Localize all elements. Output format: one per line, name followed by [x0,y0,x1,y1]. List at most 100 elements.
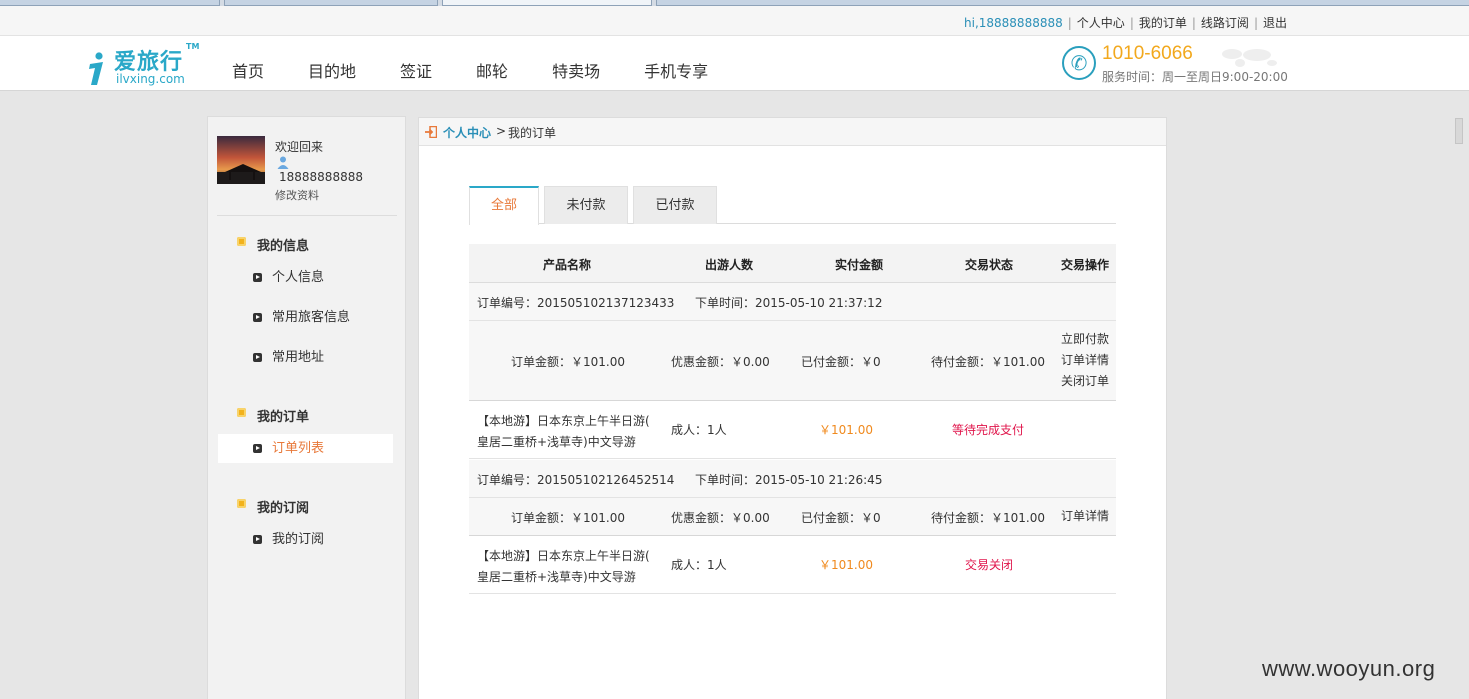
sidebar-item-addresses[interactable]: 常用地址 [218,343,393,372]
traveler-count: 成人：1人 [671,558,727,572]
account-links: hi,18888888888 | 个人中心 | 我的订单 | 线路订阅 | 退出 [964,16,1287,30]
nav-home[interactable]: 首页 [232,58,264,82]
breadcrumb-current: 我的订单 [508,126,557,140]
world-map-icon [1222,49,1277,67]
order-number: 订单编号：201505102126452514 [477,473,675,487]
order-product-row: 【本地游】日本东京上午半日游( 皇居二重桥+浅草寺)中文导游 成人：1人 ￥10… [469,536,1116,594]
user-profile-card: 欢迎回来 18888888888 修改资料 [217,136,397,216]
tab-all[interactable]: 全部 [469,186,539,225]
breadcrumb: 个人中心 > 我的订单 [419,118,1166,146]
link-route-subscription[interactable]: 线路订阅 [1201,16,1249,30]
main-nav: 首页 目的地 签证 邮轮 特卖场 手机专享 [232,58,752,82]
order-status: 等待完成支付 [952,423,1025,437]
sidebar-item-label: 我的订阅 [272,532,325,547]
arrow-right-icon [253,444,262,453]
top-links-bar: hi,18888888888 | 个人中心 | 我的订单 | 线路订阅 | 退出 [0,6,1469,36]
nav-visa[interactable]: 签证 [400,58,432,82]
sidebar-item-personal-info[interactable]: 个人信息 [218,263,393,292]
watermark: www.wooyun.org [1262,656,1436,681]
link-logout[interactable]: 退出 [1263,16,1287,30]
col-paid: 实付金额 [835,258,884,272]
sidebar-item-label: 个人信息 [272,270,325,285]
order-detail-link[interactable]: 订单详情 [1061,506,1109,527]
arrow-right-icon [253,273,262,282]
breadcrumb-user-center[interactable]: 个人中心 [443,124,491,141]
order-product-row: 【本地游】日本东京上午半日游( 皇居二重桥+浅草寺)中文导游 成人：1人 ￥10… [469,401,1116,459]
order-status: 交易关闭 [965,558,1014,572]
arrow-right-icon [253,313,262,322]
welcome-text: 欢迎回来 [275,140,324,154]
paid-amount: 已付金额：￥0 [801,355,881,369]
col-product: 产品名称 [543,258,592,272]
pay-now-link[interactable]: 立即付款 [1061,329,1109,350]
due-amount: 待付金额：￥101.00 [931,355,1045,369]
order-actions: 立即付款 订单详情 关闭订单 [1061,329,1109,392]
col-people: 出游人数 [705,258,754,272]
menu-group-my-info: 我的信息 [237,235,309,254]
sidebar-item-subscriptions[interactable]: 我的订阅 [218,525,393,554]
hotline: ✆ 1010-6066 服务时间：周一至周日9:00-20:00 [1062,43,1292,84]
order-summary-row: 订单金额：￥101.00 优惠金额：￥0.00 已付金额：￥0 待付金额：￥10… [469,498,1116,536]
paid-price: ￥101.00 [819,558,873,572]
order-actions: 订单详情 [1061,506,1109,527]
bullet-icon [237,408,246,417]
nav-sale[interactable]: 特卖场 [552,58,600,82]
order-tabs: 全部 未付款 已付款 [469,186,1116,225]
sidebar: 欢迎回来 18888888888 修改资料 我的信息 个人信息 常用旅客信息 常… [207,116,406,699]
hotline-number: 1010-6066 [1102,43,1193,64]
logo-text-en: ilvxing.com [116,72,185,86]
close-order-link[interactable]: 关闭订单 [1061,371,1109,392]
nav-cruise[interactable]: 邮轮 [476,58,508,82]
logo-trademark: TM [186,42,200,51]
col-status: 交易状态 [965,258,1014,272]
arrow-right-icon [253,353,262,362]
menu-group-title: 我的订单 [257,410,310,425]
bullet-icon [237,237,246,246]
product-name[interactable]: 【本地游】日本东京上午半日游( 皇居二重桥+浅草寺)中文导游 [477,546,650,588]
order-info-row: 订单编号：201505102137123433 下单时间：2015-05-10 … [469,283,1116,321]
paid-amount: 已付金额：￥0 [801,511,881,525]
avatar[interactable] [217,136,265,184]
discount-amount: 优惠金额：￥0.00 [671,355,770,369]
product-name[interactable]: 【本地游】日本东京上午半日游( 皇居二重桥+浅草寺)中文导游 [477,411,650,453]
order-detail-link[interactable]: 订单详情 [1061,350,1109,371]
order-time: 下单时间：2015-05-10 21:37:12 [695,296,883,310]
edit-profile-link[interactable]: 修改资料 [275,187,319,203]
site-logo[interactable]: 爱旅行 TM ilvxing.com [86,42,206,88]
traveler-count: 成人：1人 [671,423,727,437]
username-greeting: hi,18888888888 [964,16,1063,30]
sidebar-item-order-list[interactable]: 订单列表 [218,434,393,463]
arrow-right-icon [253,535,262,544]
nav-destinations[interactable]: 目的地 [308,58,356,82]
phone-icon: ✆ [1062,46,1096,80]
due-amount: 待付金额：￥101.00 [931,511,1045,525]
user-icon [277,156,289,169]
sidebar-item-traveler-info[interactable]: 常用旅客信息 [218,303,393,332]
order-summary-row: 订单金额：￥101.00 优惠金额：￥0.00 已付金额：￥0 待付金额：￥10… [469,321,1116,401]
order-amount: 订单金额：￥101.00 [511,511,625,525]
sidebar-item-label: 常用地址 [272,350,325,365]
tab-unpaid[interactable]: 未付款 [544,186,628,224]
order-info-row: 订单编号：201505102126452514 下单时间：2015-05-10 … [469,460,1116,498]
order-amount: 订单金额：￥101.00 [511,355,625,369]
site-header: 爱旅行 TM ilvxing.com 首页 目的地 签证 邮轮 特卖场 手机专享 ✆ 10… [0,36,1469,91]
logo-mark-icon [89,52,103,85]
enter-icon [425,126,437,138]
menu-group-title: 我的信息 [257,239,310,254]
side-scroll-handle[interactable] [1455,118,1463,144]
bullet-icon [237,499,246,508]
menu-group-title: 我的订阅 [257,501,310,516]
table-header: 产品名称 出游人数 实付金额 交易状态 交易操作 [469,244,1116,283]
link-user-center[interactable]: 个人中心 [1077,16,1125,30]
breadcrumb-separator: > [496,124,507,138]
paid-price: ￥101.00 [819,423,873,437]
nav-mobile[interactable]: 手机专享 [644,58,708,82]
menu-group-my-orders: 我的订单 [237,406,309,425]
user-phone: 18888888888 [279,170,363,184]
link-my-orders[interactable]: 我的订单 [1139,16,1187,30]
tab-paid[interactable]: 已付款 [633,186,717,224]
sidebar-item-label: 常用旅客信息 [272,310,351,325]
main-content: 个人中心 > 我的订单 全部 未付款 已付款 产品名称 出游人数 实付金额 交易… [418,117,1167,699]
col-actions: 交易操作 [1061,258,1110,272]
order-number: 订单编号：201505102137123433 [477,296,675,310]
